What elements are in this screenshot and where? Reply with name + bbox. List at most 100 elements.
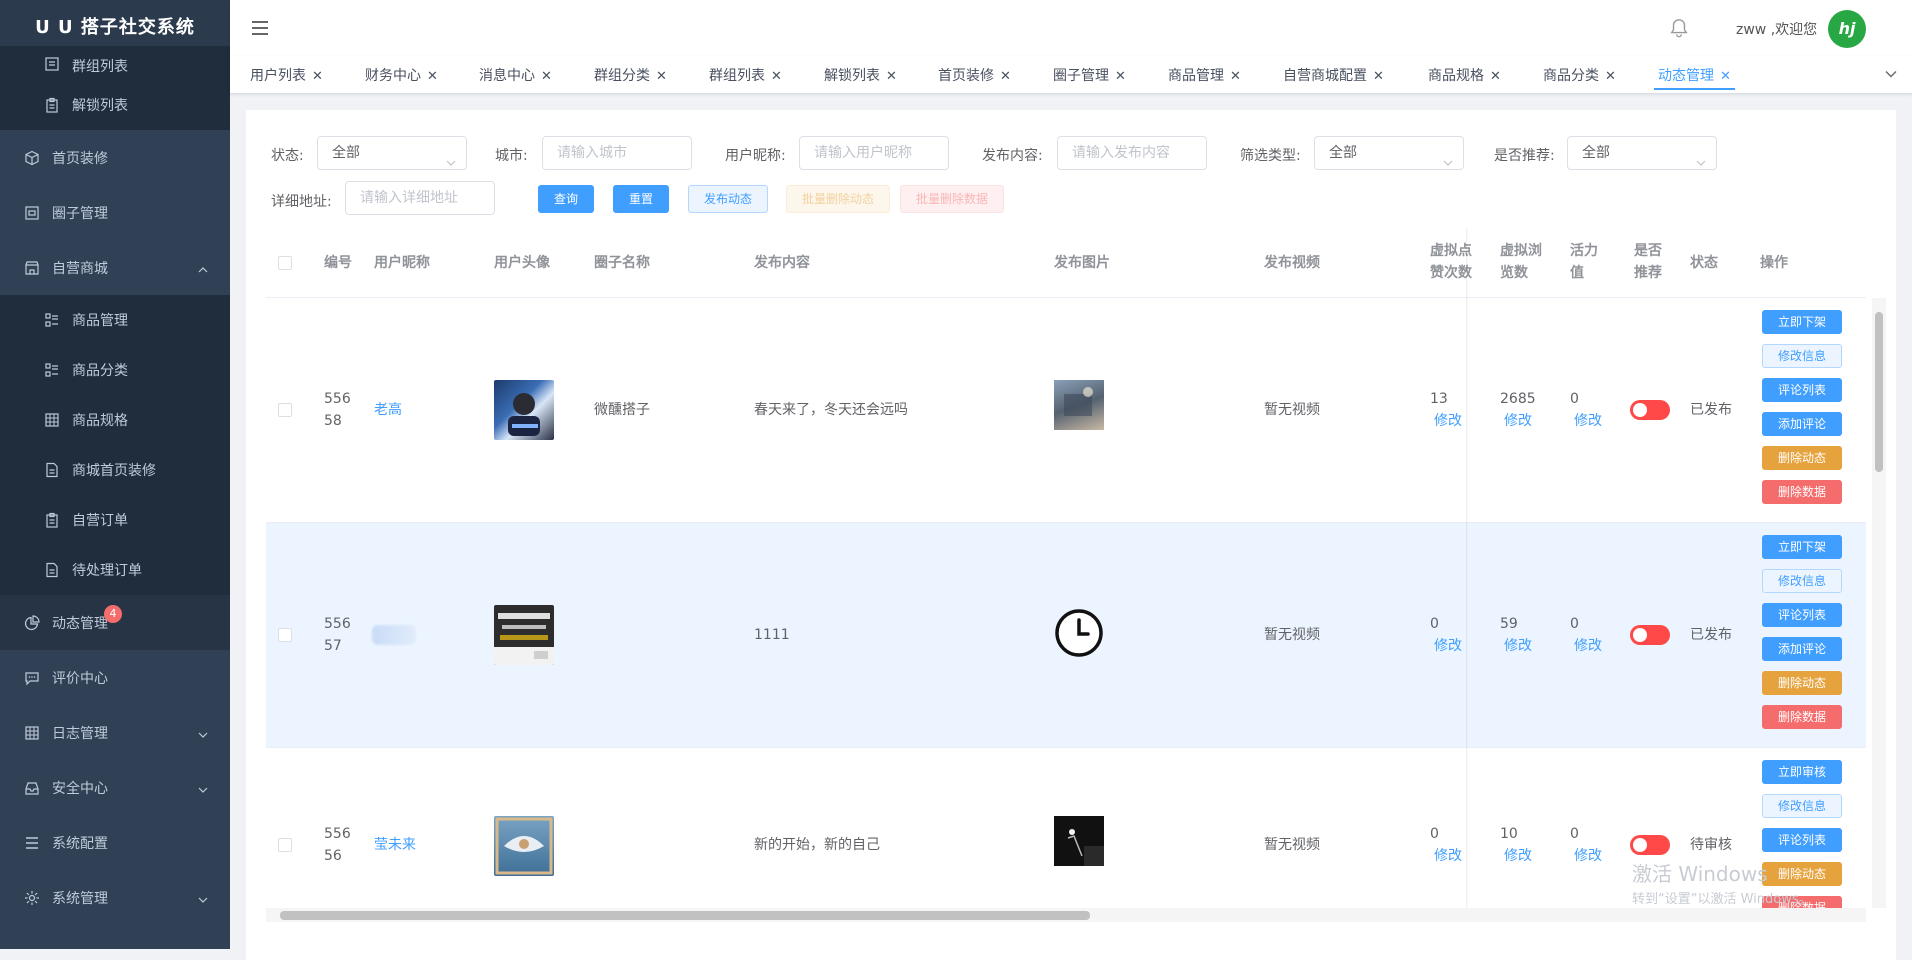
comment-list-button[interactable]: 评论列表	[1762, 378, 1842, 402]
sidebar-item[interactable]: 解锁列表	[0, 80, 230, 130]
sidebar-item[interactable]: 商品管理	[0, 295, 230, 345]
tab-item[interactable]: 群组分类 ✕	[590, 64, 671, 90]
sidebar-item[interactable]: 动态管理 4	[0, 595, 230, 650]
tab-item[interactable]: 财务中心 ✕	[361, 64, 442, 90]
sidebar-item[interactable]: 商城首页装修	[0, 445, 230, 495]
user-avatar-image[interactable]	[494, 605, 554, 665]
tab-item[interactable]: 解锁列表 ✕	[820, 64, 901, 90]
tab-item[interactable]: 群组列表 ✕	[705, 64, 786, 90]
edit-likes-link[interactable]: 修改	[1434, 635, 1462, 657]
close-icon[interactable]: ✕	[1230, 69, 1241, 84]
edit-info-button[interactable]: 修改信息	[1762, 794, 1842, 818]
add-comment-button[interactable]: 添加评论	[1762, 637, 1842, 661]
reset-button[interactable]: 重置	[613, 185, 669, 213]
row-nickname-link[interactable]: 老高	[374, 399, 402, 421]
clock-icon[interactable]	[1054, 608, 1104, 658]
recommend-switch[interactable]	[1630, 625, 1670, 645]
review-now-button[interactable]: 立即审核	[1762, 760, 1842, 784]
sidebar-item[interactable]: 系统管理	[0, 870, 230, 925]
tab-item[interactable]: 商品分类 ✕	[1539, 64, 1620, 90]
address-input[interactable]: 请输入详细地址	[345, 181, 495, 215]
publish-image[interactable]	[1054, 380, 1104, 430]
tab-item[interactable]: 商品管理 ✕	[1164, 64, 1245, 90]
chevron-down-icon[interactable]	[1884, 67, 1898, 81]
delete-dynamic-button[interactable]: 删除动态	[1762, 671, 1842, 695]
sidebar-item[interactable]: 圈子管理	[0, 185, 230, 240]
horizontal-scroll-thumb[interactable]	[280, 911, 1090, 920]
close-icon[interactable]: ✕	[1000, 69, 1011, 84]
sidebar-item[interactable]: 自营订单	[0, 495, 230, 545]
take-down-button[interactable]: 立即下架	[1762, 310, 1842, 334]
user-avatar-image[interactable]	[494, 816, 554, 876]
edit-likes-link[interactable]: 修改	[1434, 845, 1462, 867]
close-icon[interactable]: ✕	[1720, 69, 1731, 84]
recommend-switch[interactable]	[1630, 400, 1670, 420]
edit-vitality-link[interactable]: 修改	[1574, 635, 1602, 657]
blurred-nickname[interactable]	[372, 625, 416, 645]
select-all-checkbox[interactable]	[278, 256, 292, 270]
close-icon[interactable]: ✕	[427, 69, 438, 84]
comment-list-button[interactable]: 评论列表	[1762, 828, 1842, 852]
sidebar-item[interactable]: 评价中心	[0, 650, 230, 705]
sidebar-item[interactable]: 自营商城	[0, 240, 230, 295]
sidebar-item[interactable]: 群组列表	[0, 46, 230, 80]
tab-item[interactable]: 用户列表 ✕	[246, 64, 327, 90]
edit-likes-link[interactable]: 修改	[1434, 410, 1462, 432]
row-nickname-link[interactable]: 莹未来	[374, 834, 416, 856]
edit-vitality-link[interactable]: 修改	[1574, 845, 1602, 867]
hamburger-icon[interactable]	[250, 18, 270, 38]
publish-image[interactable]	[1054, 816, 1104, 866]
close-icon[interactable]: ✕	[1605, 69, 1616, 84]
tab-item[interactable]: 自营商城配置 ✕	[1279, 64, 1388, 90]
sidebar-item[interactable]: 安全中心	[0, 760, 230, 815]
recommend-filter-select[interactable]: 全部	[1567, 136, 1717, 170]
batch-delete-data-button[interactable]: 批量删除数据	[900, 185, 1004, 213]
edit-views-link[interactable]: 修改	[1504, 845, 1532, 867]
tab-item[interactable]: 消息中心 ✕	[475, 64, 556, 90]
sidebar-item[interactable]: 系统配置	[0, 815, 230, 870]
row-checkbox[interactable]	[278, 628, 292, 642]
edit-views-link[interactable]: 修改	[1504, 635, 1532, 657]
tab-item[interactable]: 圈子管理 ✕	[1049, 64, 1130, 90]
edit-info-button[interactable]: 修改信息	[1762, 569, 1842, 593]
sidebar-item[interactable]: 待处理订单	[0, 545, 230, 595]
publish-dynamic-button[interactable]: 发布动态	[688, 185, 768, 213]
avatar[interactable]: hj	[1828, 10, 1866, 48]
type-filter-select[interactable]: 全部	[1314, 136, 1464, 170]
edit-vitality-link[interactable]: 修改	[1574, 410, 1602, 432]
sidebar-item[interactable]: 商品规格	[0, 395, 230, 445]
query-button[interactable]: 查询	[538, 185, 594, 213]
horizontal-scrollbar[interactable]	[266, 908, 1866, 922]
close-icon[interactable]: ✕	[886, 69, 897, 84]
close-icon[interactable]: ✕	[312, 69, 323, 84]
take-down-button[interactable]: 立即下架	[1762, 535, 1842, 559]
close-icon[interactable]: ✕	[1373, 69, 1384, 84]
close-icon[interactable]: ✕	[1490, 69, 1501, 84]
close-icon[interactable]: ✕	[656, 69, 667, 84]
row-checkbox[interactable]	[278, 403, 292, 417]
status-filter-select[interactable]: 全部	[317, 136, 467, 170]
content-input[interactable]: 请输入发布内容	[1057, 136, 1207, 170]
tab-item[interactable]: 动态管理 ✕	[1654, 64, 1735, 90]
city-input[interactable]: 请输入城市	[542, 136, 692, 170]
edit-info-button[interactable]: 修改信息	[1762, 344, 1842, 368]
close-icon[interactable]: ✕	[1115, 69, 1126, 84]
row-checkbox[interactable]	[278, 838, 292, 852]
sidebar-item[interactable]: 日志管理	[0, 705, 230, 760]
edit-views-link[interactable]: 修改	[1504, 410, 1532, 432]
close-icon[interactable]: ✕	[541, 69, 552, 84]
tab-item[interactable]: 首页装修 ✕	[934, 64, 1015, 90]
batch-delete-dynamic-button[interactable]: 批量删除动态	[786, 185, 890, 213]
sidebar-item[interactable]: 商品分类	[0, 345, 230, 395]
delete-data-button[interactable]: 删除数据	[1762, 480, 1842, 504]
comment-list-button[interactable]: 评论列表	[1762, 603, 1842, 627]
sidebar-item[interactable]: 首页装修	[0, 130, 230, 185]
bell-icon[interactable]	[1668, 17, 1690, 39]
delete-dynamic-button[interactable]: 删除动态	[1762, 446, 1842, 470]
delete-data-button[interactable]: 删除数据	[1762, 705, 1842, 729]
add-comment-button[interactable]: 添加评论	[1762, 412, 1842, 436]
close-icon[interactable]: ✕	[771, 69, 782, 84]
vertical-scrollbar[interactable]	[1872, 298, 1886, 908]
recommend-switch[interactable]	[1630, 835, 1670, 855]
nickname-input[interactable]: 请输入用户昵称	[799, 136, 949, 170]
